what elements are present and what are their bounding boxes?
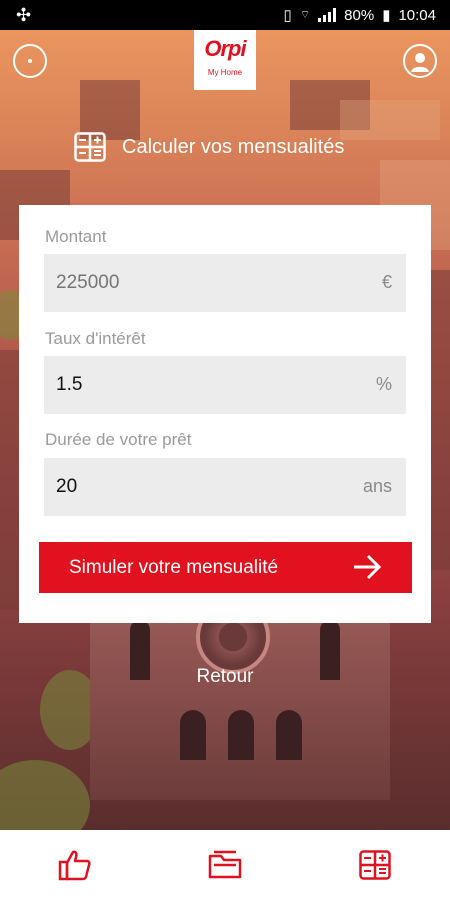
tab-favorites[interactable] [45, 835, 105, 895]
rate-unit: % [375, 374, 392, 394]
profile-button[interactable] [403, 44, 437, 78]
status-bar: ✣ ▯ ⌔ 80% ▮ 10:04 [0, 0, 450, 30]
vibrate-icon: ▯ [283, 7, 292, 24]
logo-mark: Orpi [204, 36, 246, 61]
calculator-icon [359, 850, 391, 880]
battery-icon: ▮ [382, 7, 391, 24]
arrow-right-icon [354, 554, 382, 580]
simulate-button[interactable]: Simuler votre mensualité [39, 542, 412, 593]
orpi-logo: Orpi My Home [194, 30, 256, 90]
user-icon [411, 53, 429, 72]
simulate-button-label: Simuler votre mensualité [69, 556, 279, 578]
duration-field-container: ans [44, 458, 406, 516]
duration-input[interactable] [56, 458, 356, 516]
duration-label: Durée de votre prêt [45, 430, 192, 449]
rate-field-container: % [44, 356, 406, 414]
wifi-icon: ⌔ [299, 9, 311, 21]
rate-label: Taux d'intérêt [45, 329, 146, 348]
calculator-icon [74, 132, 106, 162]
logo-subtitle: My Home [207, 68, 243, 77]
amount-label: Montant [45, 227, 107, 246]
app-notification-icon: ✣ [16, 5, 32, 25]
duration-unit: ans [362, 476, 392, 496]
more-menu-button[interactable] [13, 44, 47, 78]
amount-input[interactable] [56, 254, 356, 312]
thumbs-up-icon [58, 850, 91, 881]
signal-icon [318, 8, 337, 22]
amount-unit: € [381, 272, 392, 292]
tab-calculator[interactable] [345, 835, 405, 895]
battery-percent: 80% [344, 6, 375, 24]
back-link[interactable]: Retour [0, 666, 450, 688]
folder-icon [208, 850, 242, 879]
loan-form-card: Montant € Taux d'intérêt % Durée de votr… [19, 205, 431, 623]
tab-folder[interactable] [195, 835, 255, 895]
more-dots-icon [28, 59, 32, 63]
amount-field-container: € [44, 254, 406, 312]
page-title-text: Calculer vos mensualités [122, 135, 345, 158]
rate-input[interactable] [56, 356, 356, 414]
clock: 10:04 [398, 6, 436, 24]
bottom-nav [0, 830, 450, 900]
page-title: Calculer vos mensualités [74, 132, 344, 162]
